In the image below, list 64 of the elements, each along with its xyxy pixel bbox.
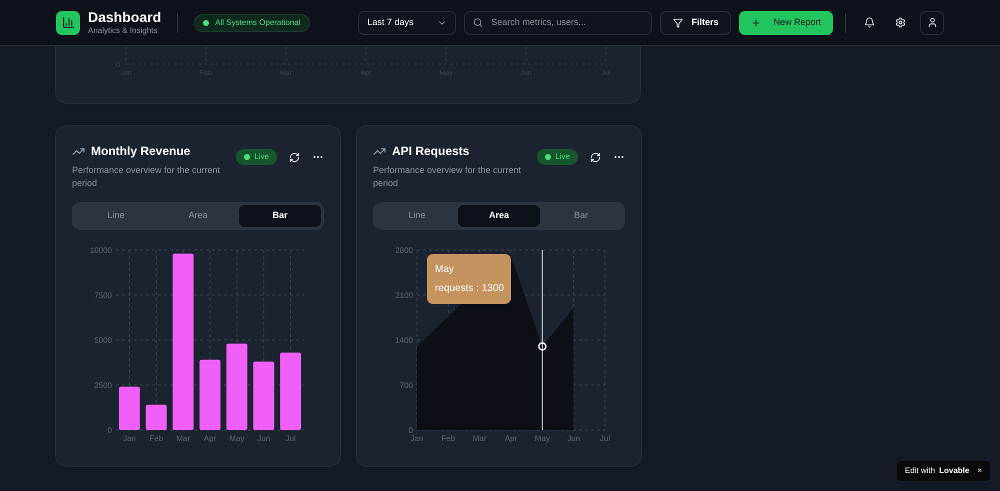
x-tick-label: Jul bbox=[600, 434, 610, 442]
tooltip-value: requests : 1300 bbox=[435, 282, 503, 296]
card-description: Performance overview for the current period bbox=[72, 164, 222, 190]
x-tick-label: Mar bbox=[472, 434, 487, 442]
edit-badge[interactable]: Edit with Lovable × bbox=[896, 461, 990, 481]
date-range-select[interactable]: Last 7 days bbox=[358, 10, 456, 34]
new-report-button[interactable]: New Report bbox=[739, 10, 833, 34]
x-tick-label: May bbox=[229, 434, 244, 442]
app-subtitle: Analytics & Insights bbox=[88, 24, 158, 36]
brand-name: Lovable bbox=[939, 465, 970, 477]
y-tick-label: 2100 bbox=[395, 290, 413, 300]
user-icon bbox=[926, 17, 938, 28]
tooltip-title: May bbox=[435, 262, 455, 276]
x-tick-label: Apr bbox=[504, 434, 518, 442]
y-tick-label: 2500 bbox=[94, 380, 112, 390]
chart-type-tab[interactable]: Area bbox=[157, 205, 239, 226]
search-input[interactable]: Search metrics, users... bbox=[491, 16, 644, 30]
y-tick-label: 7500 bbox=[94, 290, 112, 300]
status-pill: All Systems Operational bbox=[194, 14, 310, 32]
chart-type-tab[interactable]: Bar bbox=[540, 205, 622, 226]
chart-type-tab[interactable]: Area bbox=[458, 205, 540, 226]
chart-type-tab[interactable]: Line bbox=[376, 205, 458, 226]
y-tick-label: 10000 bbox=[90, 246, 112, 254]
badge-prefix: Edit with bbox=[904, 465, 936, 477]
live-badge: Live bbox=[537, 149, 578, 165]
y-tick-label: 700 bbox=[400, 380, 413, 390]
x-tick-label: Jan bbox=[410, 434, 424, 442]
x-tick-label: Feb bbox=[149, 434, 164, 442]
x-tick-label: May bbox=[534, 434, 550, 442]
app-title: Dashboard bbox=[88, 8, 162, 24]
close-badge-button[interactable]: × bbox=[977, 465, 982, 477]
chart-bar bbox=[118, 386, 140, 430]
plus-icon bbox=[751, 18, 762, 28]
y-tick-label: 1400 bbox=[395, 336, 413, 344]
logo-icon bbox=[56, 10, 80, 34]
y-tick-label: 2800 bbox=[395, 246, 413, 254]
chart-bar bbox=[253, 361, 274, 430]
filters-button[interactable]: Filters bbox=[660, 10, 732, 34]
card-title: Monthly Revenue bbox=[91, 143, 190, 160]
x-tick-label: Mar bbox=[176, 434, 190, 442]
x-tick-label: Jul bbox=[285, 434, 296, 442]
chart-type-tab[interactable]: Bar bbox=[239, 205, 321, 226]
card-title: API Requests bbox=[392, 143, 470, 160]
x-tick-label: Feb bbox=[441, 434, 456, 442]
chart-bar bbox=[200, 359, 220, 430]
card-description: Performance overview for the current period bbox=[373, 164, 522, 190]
y-tick-label: 0 bbox=[108, 426, 112, 434]
profile-button[interactable] bbox=[920, 10, 944, 34]
x-tick-label: Apr bbox=[204, 434, 216, 442]
live-badge: Live bbox=[236, 149, 277, 165]
x-tick-label: Jun bbox=[257, 434, 270, 442]
x-tick-label: Jan bbox=[122, 434, 136, 442]
x-tick-label: Jun bbox=[567, 434, 580, 442]
filter-icon bbox=[673, 18, 684, 28]
y-tick-label: 0 bbox=[408, 426, 413, 434]
refresh-icon[interactable] bbox=[289, 152, 300, 162]
chart-type-tab[interactable]: Line bbox=[75, 205, 157, 226]
y-tick-label: 5000 bbox=[94, 336, 112, 344]
refresh-icon[interactable] bbox=[590, 152, 601, 162]
notification-icon[interactable] bbox=[864, 17, 875, 28]
chart-bar bbox=[146, 404, 167, 430]
settings-icon[interactable] bbox=[895, 17, 906, 28]
search-icon bbox=[473, 17, 484, 28]
search-field[interactable]: Search metrics, users... bbox=[464, 10, 652, 34]
